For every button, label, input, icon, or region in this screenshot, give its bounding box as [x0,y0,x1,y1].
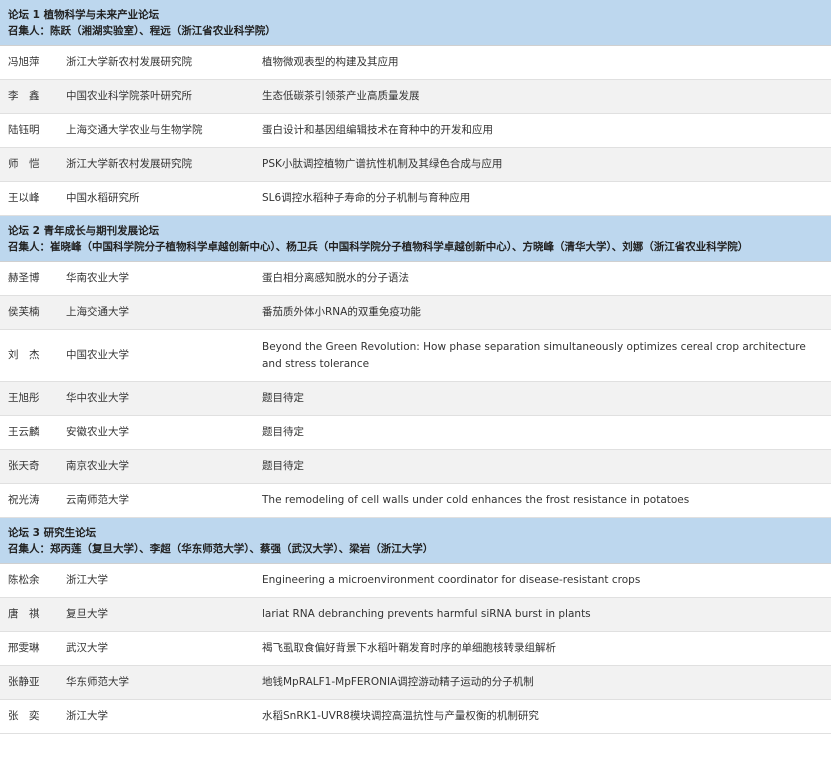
forum-title: 论坛 1 植物科学与未来产业论坛 [8,9,160,21]
speaker-row: 王旭彤 华中农业大学 题目待定 [0,382,831,416]
speaker-row: 张天奇 南京农业大学 题目待定 [0,450,831,484]
talk-title: SL6调控水稻种子寿命的分子机制与育种应用 [262,192,471,204]
speaker-row: 陆钰明 上海交通大学农业与生物学院 蛋白设计和基因组编辑技术在育种中的开发和应用 [0,114,831,148]
forum-conveners: 召集人：陈跃（湘湖实验室）、程远（浙江省农业科学院） [8,25,276,37]
speaker-affiliation: 复旦大学 [66,608,108,620]
speaker-affiliation: 中国农业科学院茶叶研究所 [66,90,192,102]
speaker-affiliation: 南京农业大学 [66,460,129,472]
talk-title: Engineering a microenvironment coordinat… [262,574,641,586]
speaker-affiliation: 华南农业大学 [66,272,129,284]
forum-agenda: 论坛 1 植物科学与未来产业论坛召集人：陈跃（湘湖实验室）、程远（浙江省农业科学… [0,0,831,734]
talk-title: 蛋白设计和基因组编辑技术在育种中的开发和应用 [262,124,493,136]
talk-title: 水稻SnRK1-UVR8模块调控高温抗性与产量权衡的机制研究 [262,710,539,722]
speaker-row: 侯芙楠 上海交通大学 番茄质外体小RNA的双重免疫功能 [0,296,831,330]
speaker-row: 刘 杰 中国农业大学 Beyond the Green Revolution: Ho… [0,330,831,382]
speaker-affiliation: 浙江大学 [66,574,108,586]
speaker-affiliation: 华中农业大学 [66,392,129,404]
speaker-affiliation: 华东师范大学 [66,676,129,688]
speaker-row: 赫圣博 华南农业大学 蛋白相分离感知脱水的分子语法 [0,262,831,296]
forum-header: 论坛 3 研究生论坛召集人：郑丙莲（复旦大学）、李超（华东师范大学）、蔡强（武汉… [0,518,831,564]
speaker-affiliation: 上海交通大学农业与生物学院 [66,124,203,136]
speaker-name: 邢雯琳 [8,642,40,654]
talk-title: The remodeling of cell walls under cold … [262,494,690,506]
speaker-row: 陈松余 浙江大学 Engineering a microenvironment co… [0,564,831,598]
speaker-affiliation: 浙江大学新农村发展研究院 [66,158,192,170]
speaker-name: 师 恺 [8,158,40,170]
speaker-affiliation: 上海交通大学 [66,306,129,318]
speaker-affiliation: 浙江大学新农村发展研究院 [66,56,192,68]
talk-title: 题目待定 [262,460,304,472]
talk-title: PSK小肽调控植物广谱抗性机制及其绿色合成与应用 [262,158,503,170]
speaker-name: 赫圣博 [8,272,40,284]
speaker-name: 陆钰明 [8,124,40,136]
speaker-affiliation: 中国农业大学 [66,349,129,361]
speaker-name: 陈松余 [8,574,40,586]
talk-title: 生态低碳茶引领茶产业高质量发展 [262,90,420,102]
speaker-affiliation: 云南师范大学 [66,494,129,506]
forum-title: 论坛 2 青年成长与期刊发展论坛 [8,225,160,237]
speaker-name: 李 鑫 [8,90,40,102]
speaker-row: 李 鑫 中国农业科学院茶叶研究所 生态低碳茶引领茶产业高质量发展 [0,80,831,114]
talk-title: 蛋白相分离感知脱水的分子语法 [262,272,409,284]
talk-title: 题目待定 [262,392,304,404]
speaker-row: 王云麟 安徽农业大学 题目待定 [0,416,831,450]
speaker-row: 祝光涛 云南师范大学 The remodeling of cell walls un… [0,484,831,518]
speaker-row: 邢雯琳 武汉大学 褐飞虱取食偏好背景下水稻叶鞘发育时序的单细胞核转录组解析 [0,632,831,666]
speaker-affiliation: 武汉大学 [66,642,108,654]
forum-section: 论坛 1 植物科学与未来产业论坛召集人：陈跃（湘湖实验室）、程远（浙江省农业科学… [0,0,831,216]
forum-section: 论坛 2 青年成长与期刊发展论坛召集人：崔晓峰（中国科学院分子植物科学卓越创新中… [0,216,831,518]
speaker-row: 冯旭萍 浙江大学新农村发展研究院 植物微观表型的构建及其应用 [0,46,831,80]
speaker-row: 师 恺 浙江大学新农村发展研究院 PSK小肽调控植物广谱抗性机制及其绿色合成与应用 [0,148,831,182]
speaker-affiliation: 安徽农业大学 [66,426,129,438]
forum-title: 论坛 3 研究生论坛 [8,527,97,539]
speaker-name: 侯芙楠 [8,306,40,318]
forum-conveners: 召集人：崔晓峰（中国科学院分子植物科学卓越创新中心）、杨卫兵（中国科学院分子植物… [8,241,749,253]
speaker-name: 张 奕 [8,710,40,722]
talk-title: Beyond the Green Revolution: How phase s… [262,340,806,370]
speaker-name: 王旭彤 [8,392,40,404]
talk-title: 植物微观表型的构建及其应用 [262,56,399,68]
speaker-row: 唐 祺 复旦大学 lariat RNA debranching prevents h… [0,598,831,632]
speaker-name: 张静亚 [8,676,40,688]
speaker-name: 王以峰 [8,192,40,204]
speaker-name: 刘 杰 [8,349,40,361]
talk-title: lariat RNA debranching prevents harmful … [262,608,591,620]
forum-header: 论坛 1 植物科学与未来产业论坛召集人：陈跃（湘湖实验室）、程远（浙江省农业科学… [0,0,831,46]
talk-title: 题目待定 [262,426,304,438]
speaker-name: 祝光涛 [8,494,40,506]
speaker-affiliation: 浙江大学 [66,710,108,722]
forum-conveners: 召集人：郑丙莲（复旦大学）、李超（华东师范大学）、蔡强（武汉大学）、梁岩（浙江大… [8,543,434,555]
talk-title: 地钱MpRALF1-MpFERONIA调控游动精子运动的分子机制 [262,676,534,688]
talk-title: 褐飞虱取食偏好背景下水稻叶鞘发育时序的单细胞核转录组解析 [262,642,556,654]
speaker-row: 张 奕 浙江大学 水稻SnRK1-UVR8模块调控高温抗性与产量权衡的机制研究 [0,700,831,734]
speaker-name: 王云麟 [8,426,40,438]
speaker-name: 唐 祺 [8,608,40,620]
speaker-name: 冯旭萍 [8,56,40,68]
speaker-name: 张天奇 [8,460,40,472]
speaker-affiliation: 中国水稻研究所 [66,192,140,204]
talk-title: 番茄质外体小RNA的双重免疫功能 [262,306,421,318]
forum-section: 论坛 3 研究生论坛召集人：郑丙莲（复旦大学）、李超（华东师范大学）、蔡强（武汉… [0,518,831,734]
speaker-row: 王以峰 中国水稻研究所 SL6调控水稻种子寿命的分子机制与育种应用 [0,182,831,216]
speaker-row: 张静亚 华东师范大学 地钱MpRALF1-MpFERONIA调控游动精子运动的分子机… [0,666,831,700]
forum-header: 论坛 2 青年成长与期刊发展论坛召集人：崔晓峰（中国科学院分子植物科学卓越创新中… [0,216,831,262]
